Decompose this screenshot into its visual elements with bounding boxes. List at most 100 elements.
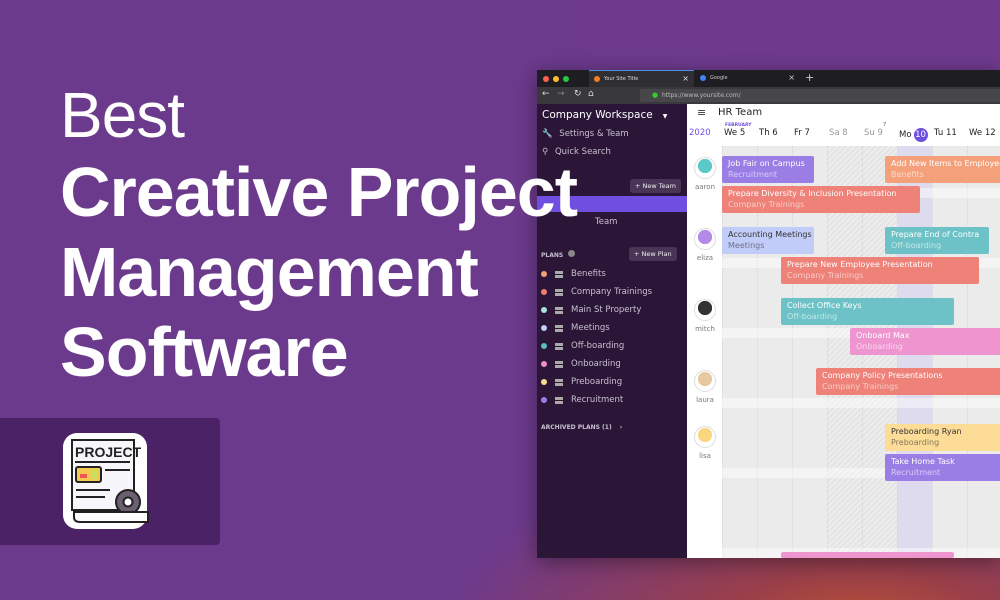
page-title: HR Team (718, 107, 763, 118)
new-team-button[interactable]: + New Team (630, 179, 681, 193)
person-name: mitch (695, 325, 715, 333)
task-bar[interactable]: Prepare New Employee Presentation Company… (781, 257, 979, 284)
team-label: Team (595, 217, 618, 227)
day-header[interactable]: We 5 (724, 128, 745, 138)
timeline-view: ≡ HR Team FEBRUARY 7 2020 We 5 Th 6 Fr 7 Sa… (687, 104, 1000, 558)
plan-color-dot (541, 343, 547, 349)
day-header[interactable]: Th 6 (759, 128, 778, 138)
avatar[interactable] (694, 370, 716, 392)
menu-icon[interactable]: ≡ (697, 106, 706, 119)
home-icon[interactable]: ⌂ (588, 89, 594, 99)
plan-color-dot (541, 325, 547, 331)
task-title: Accounting Meetings (728, 230, 812, 239)
avatar[interactable] (694, 157, 716, 179)
new-tab-button[interactable]: + (805, 71, 814, 84)
new-plan-button[interactable]: + New Plan (629, 247, 677, 261)
tab-your-site-title[interactable]: Your Site Title × (589, 70, 694, 87)
plan-icon (555, 378, 563, 386)
person-name: aaron (694, 183, 716, 191)
task-title: Company Policy Presentations (822, 371, 943, 380)
maximize-window-button[interactable] (563, 76, 569, 82)
day-header[interactable]: Su 9 (864, 128, 883, 138)
day-header[interactable]: Sa 8 (829, 128, 848, 138)
day-header[interactable]: Fr 7 (794, 128, 810, 138)
sidebar-plan-item[interactable]: Company Trainings (541, 285, 652, 299)
task-plan: Onboarding (856, 342, 903, 351)
task-plan: Recruitment (891, 468, 941, 477)
day-label: Sa 8 (829, 128, 848, 138)
headline-best: Best (60, 79, 185, 151)
headline-software: Software (60, 313, 349, 391)
task-bar[interactable]: Accounting Meetings Meetings (722, 227, 814, 254)
plan-icon (555, 396, 563, 404)
task-bar[interactable]: Prepare Diversity & Inclusion Presentati… (722, 186, 920, 213)
settings-label: Settings & Team (559, 129, 629, 139)
sidebar-plan-item[interactable]: Onboarding (541, 357, 621, 371)
url-text: https://www.yoursite.com/ (662, 92, 741, 99)
archived-plans-toggle[interactable]: ARCHIVED PLANS (1) › (541, 424, 622, 431)
task-bar[interactable]: Take Home Task Recruitment (885, 454, 1000, 481)
row-gap (722, 398, 1000, 408)
minimize-window-button[interactable] (553, 76, 559, 82)
plan-label: Onboarding (571, 359, 621, 369)
day-label: We 5 (724, 128, 746, 138)
plan-label: Preboarding (571, 377, 623, 387)
avatar[interactable] (694, 299, 716, 321)
avatar[interactable] (694, 426, 716, 448)
plan-icon (555, 342, 563, 350)
task-bar[interactable]: Onboard Max Onboarding (850, 328, 1000, 355)
sidebar-plan-item[interactable]: Main St Property (541, 303, 641, 317)
person-name: laura (696, 396, 714, 404)
task-plan: Off-boarding (787, 312, 838, 321)
sidebar-plan-item[interactable]: Meetings (541, 321, 610, 335)
plan-icon (555, 306, 563, 314)
task-bar[interactable]: Collect Office Keys Off-boarding (781, 298, 954, 325)
workspace-switcher[interactable]: Company Workspace ▼ (542, 109, 667, 121)
back-icon[interactable]: ← (542, 89, 550, 99)
sidebar-plan-item[interactable]: Off-boarding (541, 339, 624, 353)
day-label: We 12 (969, 128, 996, 138)
task-bar[interactable]: Job Fair on Campus Recruitment (722, 156, 814, 183)
headline-creative-project: Creative Project (60, 153, 578, 231)
avatar[interactable] (694, 228, 716, 250)
project-document-gear-icon: PROJECT (63, 433, 149, 529)
task-plan: Off-boarding (891, 241, 942, 250)
task-bar[interactable] (781, 552, 954, 558)
reload-icon[interactable]: ↻ (574, 89, 582, 99)
task-plan: Recruitment (728, 170, 778, 179)
tab-google[interactable]: Google × (695, 70, 800, 87)
task-bar[interactable]: Preboarding Ryan Preboarding (885, 424, 1000, 451)
close-tab-icon[interactable]: × (788, 73, 795, 82)
task-plan: Company Trainings (787, 271, 864, 280)
sidebar-plan-item[interactable]: Recruitment (541, 393, 623, 407)
plan-label: Main St Property (571, 305, 642, 315)
url-field[interactable]: ● https://www.yoursite.com/ (640, 89, 1000, 102)
settings-team-link[interactable]: 🔧 Settings & Team (542, 129, 629, 139)
browser-window: Your Site Title × Google × + ← → ↻ ⌂ ● h… (537, 70, 1000, 558)
day-header[interactable]: Tu 11 (934, 128, 957, 138)
day-header[interactable]: We 12 (969, 128, 996, 138)
forward-icon[interactable]: → (557, 89, 565, 99)
caret-down-icon: ▼ (662, 113, 668, 120)
close-window-button[interactable] (543, 76, 549, 82)
lock-icon: ● (652, 91, 659, 99)
close-tab-icon[interactable]: × (682, 74, 689, 83)
task-plan: Company Trainings (822, 382, 899, 391)
plan-color-dot (541, 379, 547, 385)
task-bar[interactable]: Prepare End of Contra Off-boarding (885, 227, 989, 254)
day-header[interactable]: Mo 10 (899, 128, 928, 142)
day-label: Mo (899, 130, 912, 140)
sidebar-plan-item[interactable]: Preboarding (541, 375, 622, 389)
person-name: lisa (699, 452, 711, 460)
task-bar[interactable]: Add New Items to Employee H Benefits (885, 156, 1000, 183)
info-icon[interactable] (568, 250, 576, 257)
logo-panel: PROJECT (0, 418, 220, 545)
task-bar[interactable]: Company Policy Presentations Company Trai… (816, 368, 1000, 395)
plan-label: Recruitment (571, 395, 624, 405)
task-title: Take Home Task (891, 457, 955, 466)
task-title: Preboarding Ryan (891, 427, 962, 436)
workspace-name: Company Workspace (542, 109, 653, 121)
task-title: Prepare End of Contra (891, 230, 980, 239)
sidebar-plan-item[interactable]: Benefits (541, 267, 606, 281)
day-label: Su 9 (864, 128, 883, 138)
